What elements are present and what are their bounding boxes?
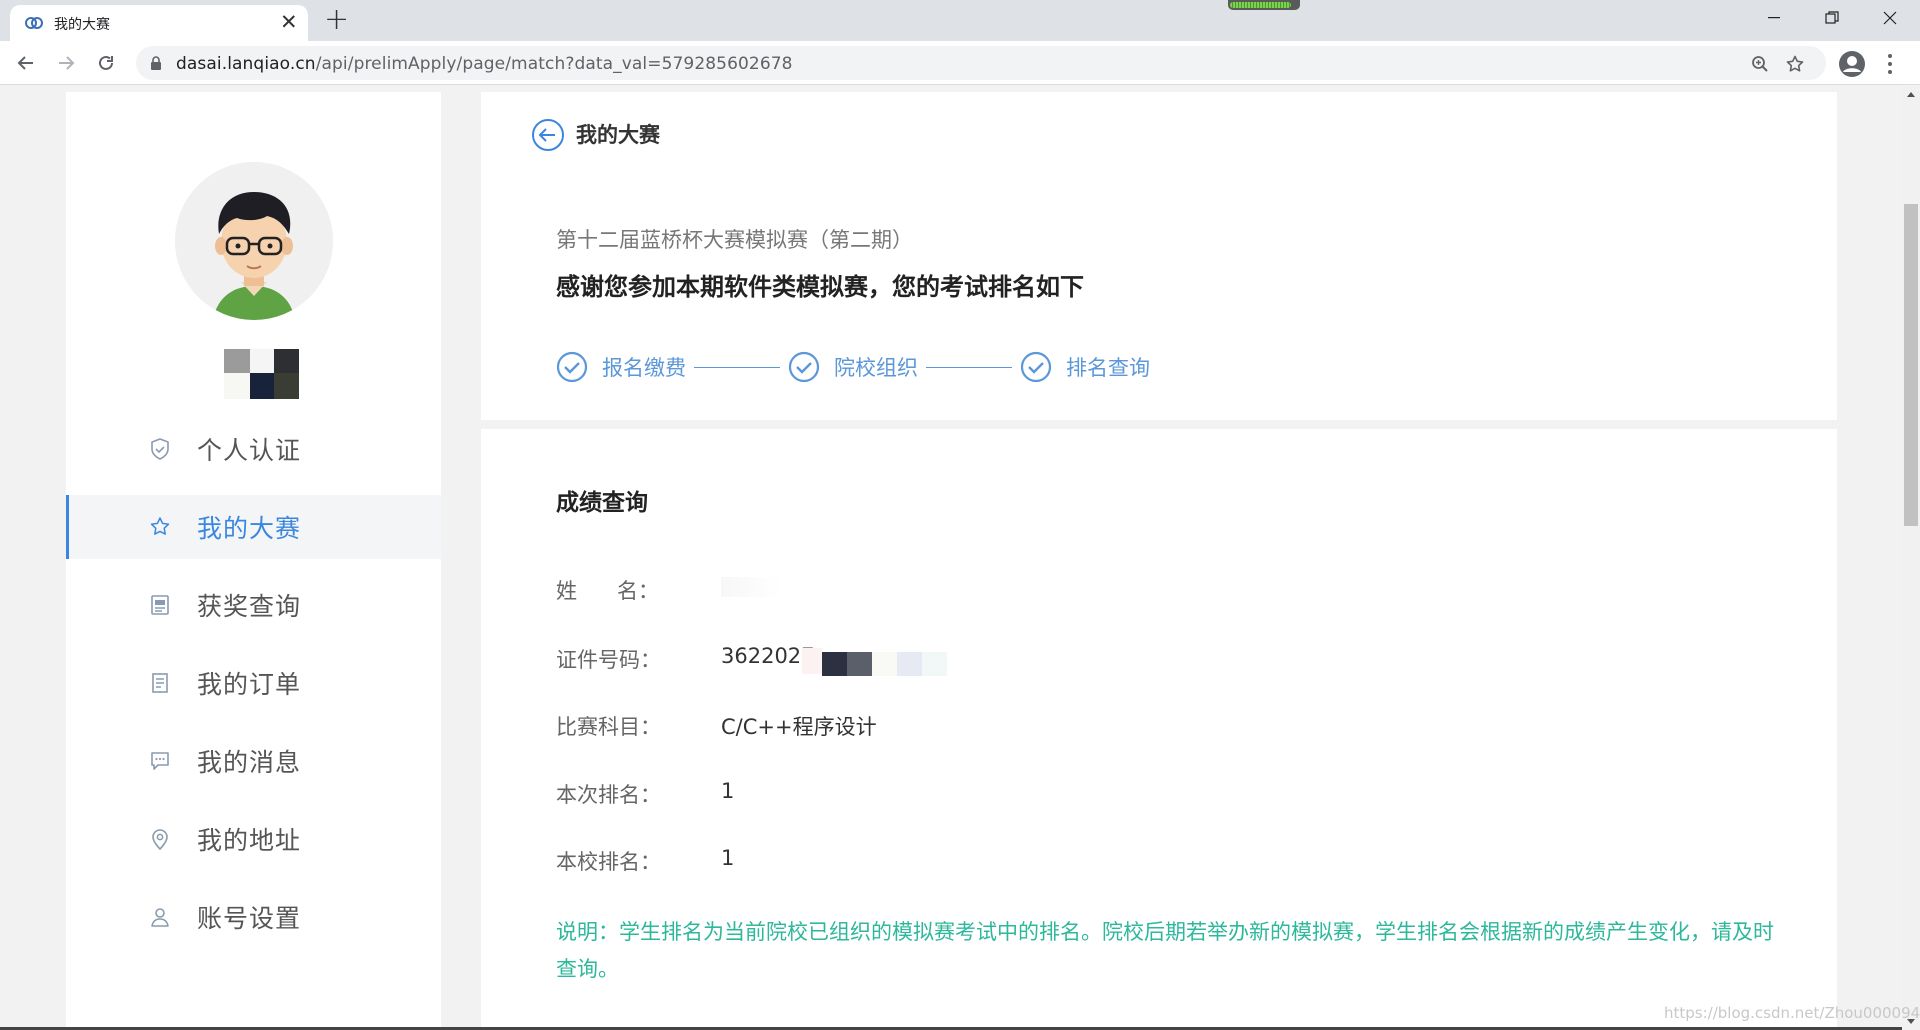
redacted-id — [847, 652, 872, 676]
info-value: 1 — [721, 846, 735, 870]
info-label: 比赛科目： — [556, 715, 661, 739]
match-name: 第十二届蓝桥杯大赛模拟赛（第二期） — [556, 228, 913, 252]
step-connector — [926, 366, 1012, 368]
sidebar-item-label: 获奖查询 — [197, 592, 302, 621]
sidebar-item-label: 个人认证 — [197, 436, 302, 465]
loading-progress-fill — [1230, 2, 1291, 8]
sidebar-item-label: 我的地址 — [197, 826, 302, 855]
minimize-icon[interactable] — [1746, 0, 1802, 36]
reload-icon[interactable] — [90, 47, 122, 79]
browser-menu-icon[interactable] — [1884, 51, 1896, 77]
bookmark-star-icon[interactable] — [1783, 52, 1807, 76]
info-value: C/C++程序设计 — [721, 715, 877, 739]
info-value: 1 — [721, 779, 735, 803]
tab-title: 我的大赛 — [54, 17, 110, 33]
sidebar-item-label: 我的消息 — [197, 748, 302, 777]
close-tab-icon[interactable]: ✕ — [280, 9, 298, 35]
step-connector — [694, 366, 780, 368]
sidebar-item-my-messages[interactable]: 我的消息 — [66, 729, 441, 793]
check-circle-icon — [1020, 351, 1052, 383]
avatar — [175, 162, 333, 320]
close-window-icon[interactable] — [1862, 0, 1918, 36]
info-label: 证件号码： — [556, 648, 661, 672]
shield-icon — [148, 437, 172, 461]
order-icon — [148, 671, 172, 695]
user-icon — [148, 905, 172, 929]
section-title: 成绩查询 — [556, 490, 648, 516]
step-rank-query: 排名查询 — [1020, 351, 1150, 383]
info-label: 本校排名： — [556, 850, 661, 874]
location-icon — [148, 827, 172, 851]
progress-steps: 报名缴费 院校组织 排名查询 — [556, 350, 1150, 384]
sidebar-item-label: 账号设置 — [197, 904, 302, 933]
sidebar-menu: 个人认证 我的大赛 获奖查询 我的订单 我的消息 我的地址 账号设置 — [66, 417, 441, 963]
check-circle-icon — [788, 351, 820, 383]
new-tab-icon[interactable]: + — [324, 3, 349, 37]
star-icon — [148, 515, 172, 539]
forward-arrow-icon[interactable] — [50, 47, 82, 79]
cartoon-avatar-icon — [175, 162, 333, 320]
browser-toolbar: dasai.lanqiao.cn/api/prelimApply/page/ma… — [0, 41, 1920, 85]
redacted-id — [922, 652, 947, 676]
page-viewport: 个人认证 我的大赛 获奖查询 我的订单 我的消息 我的地址 账号设置 我的大赛 … — [0, 86, 1902, 1030]
step-registration: 报名缴费 — [556, 351, 686, 383]
contest-header-card: 我的大赛 第十二届蓝桥杯大赛模拟赛（第二期） 感谢您参加本期软件类模拟赛，您的考… — [481, 92, 1837, 420]
lock-icon[interactable] — [150, 56, 162, 71]
result-card: 成绩查询 姓 名： 证件号码： 3622027 比赛科目： C/C++程序设计 … — [481, 429, 1837, 1030]
check-circle-icon — [556, 351, 588, 383]
profile-avatar-icon[interactable] — [1838, 50, 1866, 78]
redacted-id — [802, 648, 822, 674]
browser-tab-bar: 我的大赛 ✕ + — [0, 0, 1920, 41]
redacted-id — [872, 652, 897, 676]
sidebar-item-label: 我的大赛 — [197, 514, 302, 543]
sidebar-item-label: 我的订单 — [197, 670, 302, 699]
page-scrollbar[interactable] — [1902, 86, 1920, 1030]
thanks-message: 感谢您参加本期软件类模拟赛，您的考试排名如下 — [556, 273, 1084, 301]
message-icon — [148, 749, 172, 773]
watermark: https://blog.csdn.net/Zhou000094? — [1664, 1004, 1920, 1022]
back-arrow-icon[interactable] — [10, 47, 42, 79]
award-doc-icon — [148, 593, 172, 617]
step-label: 院校组织 — [834, 356, 918, 380]
redacted-id — [897, 652, 922, 676]
scroll-up-arrow-icon[interactable] — [1907, 92, 1915, 97]
sidebar-item-my-orders[interactable]: 我的订单 — [66, 651, 441, 715]
url-host: dasai.lanqiao.cn — [176, 54, 316, 74]
sidebar-item-account-settings[interactable]: 账号设置 — [66, 885, 441, 949]
info-value: 3622027 — [721, 644, 815, 668]
address-bar[interactable]: dasai.lanqiao.cn/api/prelimApply/page/ma… — [136, 46, 1826, 80]
info-label: 本次排名： — [556, 783, 661, 807]
lanqiao-favicon-icon — [25, 17, 43, 29]
zoom-icon[interactable] — [1748, 52, 1772, 76]
url-path: /api/prelimApply/page/match?data_val=579… — [315, 54, 793, 74]
loading-progress-bar — [1228, 0, 1300, 10]
restore-icon[interactable] — [1804, 0, 1860, 36]
ranking-note: 说明：学生排名为当前院校已组织的模拟赛考试中的排名。院校后期若举办新的模拟赛，学… — [556, 920, 1774, 981]
browser-tab[interactable]: 我的大赛 ✕ — [10, 5, 308, 41]
redacted-name — [721, 577, 781, 597]
url-text[interactable]: dasai.lanqiao.cn/api/prelimApply/page/ma… — [176, 54, 793, 74]
sidebar-item-my-address[interactable]: 我的地址 — [66, 807, 441, 871]
user-sidebar: 个人认证 我的大赛 获奖查询 我的订单 我的消息 我的地址 账号设置 — [66, 92, 441, 1030]
username-mosaic — [224, 349, 299, 399]
page-title[interactable]: 我的大赛 — [576, 119, 660, 149]
step-label: 排名查询 — [1066, 356, 1150, 380]
step-label: 报名缴费 — [602, 356, 686, 380]
scroll-thumb[interactable] — [1904, 204, 1918, 526]
sidebar-item-award-query[interactable]: 获奖查询 — [66, 573, 441, 637]
info-label: 姓 名： — [556, 579, 660, 603]
back-circle-arrow-icon[interactable] — [531, 118, 565, 152]
redacted-id — [822, 652, 847, 676]
step-school-organize: 院校组织 — [788, 351, 918, 383]
sidebar-item-my-contests[interactable]: 我的大赛 — [66, 495, 441, 559]
sidebar-item-personal-auth[interactable]: 个人认证 — [66, 417, 441, 481]
